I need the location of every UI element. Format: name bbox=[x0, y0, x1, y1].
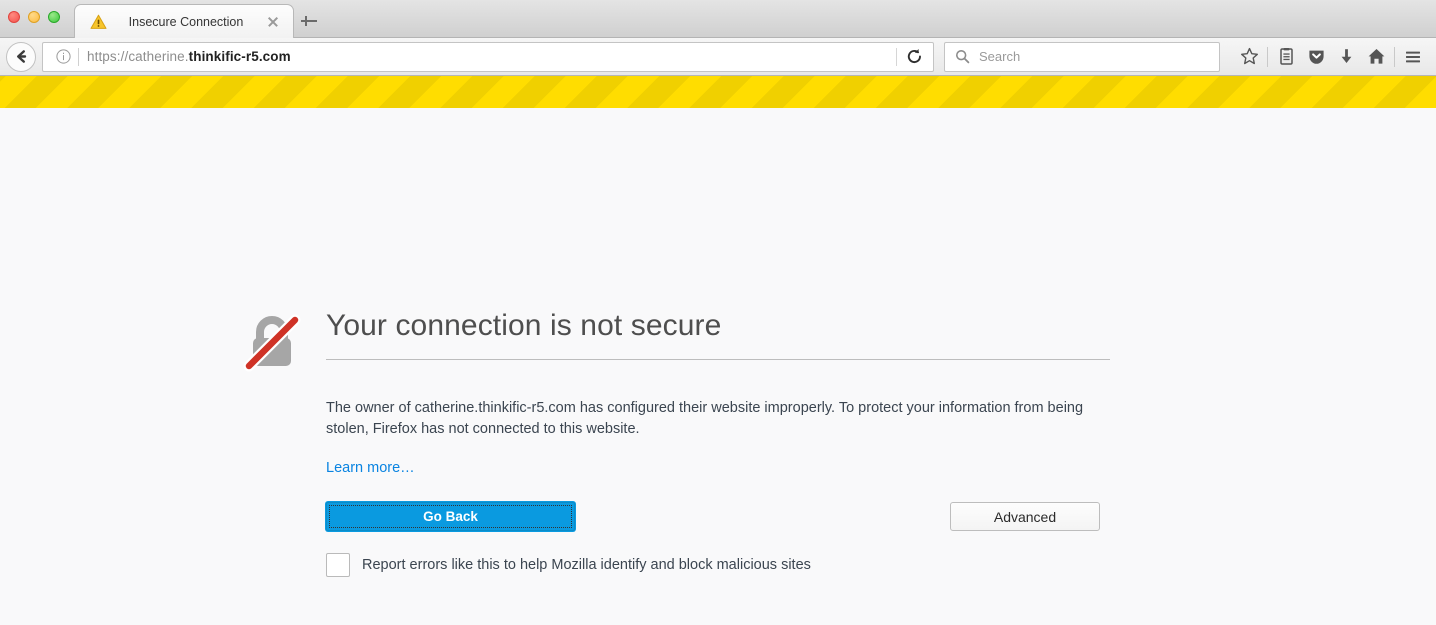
window-close-button[interactable] bbox=[8, 11, 20, 23]
toolbar-icon-group bbox=[1234, 42, 1428, 72]
toolbar-divider bbox=[1267, 46, 1268, 67]
search-placeholder: Search bbox=[979, 49, 1021, 64]
title-divider bbox=[326, 359, 1110, 361]
error-title-block: Your connection is not secure bbox=[326, 304, 1110, 361]
tab-strip: Insecure Connection bbox=[0, 0, 1436, 38]
page-title: Your connection is not secure bbox=[326, 309, 722, 342]
library-icon[interactable] bbox=[1271, 42, 1301, 72]
report-errors-row: Report errors like this to help Mozilla … bbox=[326, 553, 1110, 578]
pocket-icon[interactable] bbox=[1301, 42, 1331, 72]
insecure-warning-stripes bbox=[0, 76, 1436, 108]
url-bar-actions bbox=[894, 41, 934, 72]
search-input[interactable]: Search bbox=[944, 41, 1220, 72]
warning-triangle-icon bbox=[89, 13, 107, 31]
info-circle-icon[interactable] bbox=[52, 49, 74, 64]
new-tab-button[interactable] bbox=[298, 10, 320, 32]
error-description: The owner of catherine.thinkific-r5.com … bbox=[326, 400, 1084, 438]
url-scheme: https:// bbox=[87, 49, 129, 64]
error-button-row: Go Back Advanced bbox=[326, 502, 1110, 534]
window-maximize-button[interactable] bbox=[48, 11, 60, 23]
page-content: Your connection is not secure The owner … bbox=[0, 108, 1436, 593]
error-page: Your connection is not secure The owner … bbox=[240, 304, 1110, 578]
error-header: Your connection is not secure bbox=[240, 304, 1110, 374]
url-host: thinkific-r5.com bbox=[188, 49, 291, 64]
report-errors-label: Report errors like this to help Mozilla … bbox=[362, 557, 811, 574]
go-back-button[interactable]: Go Back bbox=[326, 502, 575, 532]
toolbar-divider bbox=[896, 47, 897, 66]
report-errors-checkbox[interactable] bbox=[326, 553, 350, 578]
reload-button[interactable] bbox=[899, 43, 929, 71]
learn-more-link[interactable]: Learn more… bbox=[326, 460, 415, 476]
window-controls bbox=[8, 11, 60, 23]
url-bar[interactable]: https://catherine.thinkific-r5.com bbox=[42, 41, 894, 72]
navigation-toolbar: https://catherine.thinkific-r5.com Searc… bbox=[0, 38, 1436, 76]
tab-close-icon[interactable] bbox=[265, 14, 281, 30]
back-arrow-icon bbox=[16, 50, 26, 63]
broken-lock-icon bbox=[240, 310, 304, 374]
menu-icon[interactable] bbox=[1398, 42, 1428, 72]
search-icon bbox=[949, 49, 975, 64]
tab-title: Insecure Connection bbox=[128, 14, 244, 29]
reload-icon bbox=[907, 49, 921, 64]
browser-tab[interactable]: Insecure Connection bbox=[74, 4, 294, 38]
home-icon[interactable] bbox=[1361, 42, 1391, 72]
back-button[interactable] bbox=[6, 41, 36, 72]
toolbar-divider bbox=[1394, 46, 1395, 67]
window-minimize-button[interactable] bbox=[28, 11, 40, 23]
url-text: https://catherine.thinkific-r5.com bbox=[87, 49, 894, 64]
url-subdomain: catherine. bbox=[128, 49, 189, 64]
advanced-button[interactable]: Advanced bbox=[950, 502, 1100, 532]
bookmark-star-icon[interactable] bbox=[1234, 42, 1264, 72]
url-separator bbox=[78, 47, 79, 66]
downloads-icon[interactable] bbox=[1331, 42, 1361, 72]
